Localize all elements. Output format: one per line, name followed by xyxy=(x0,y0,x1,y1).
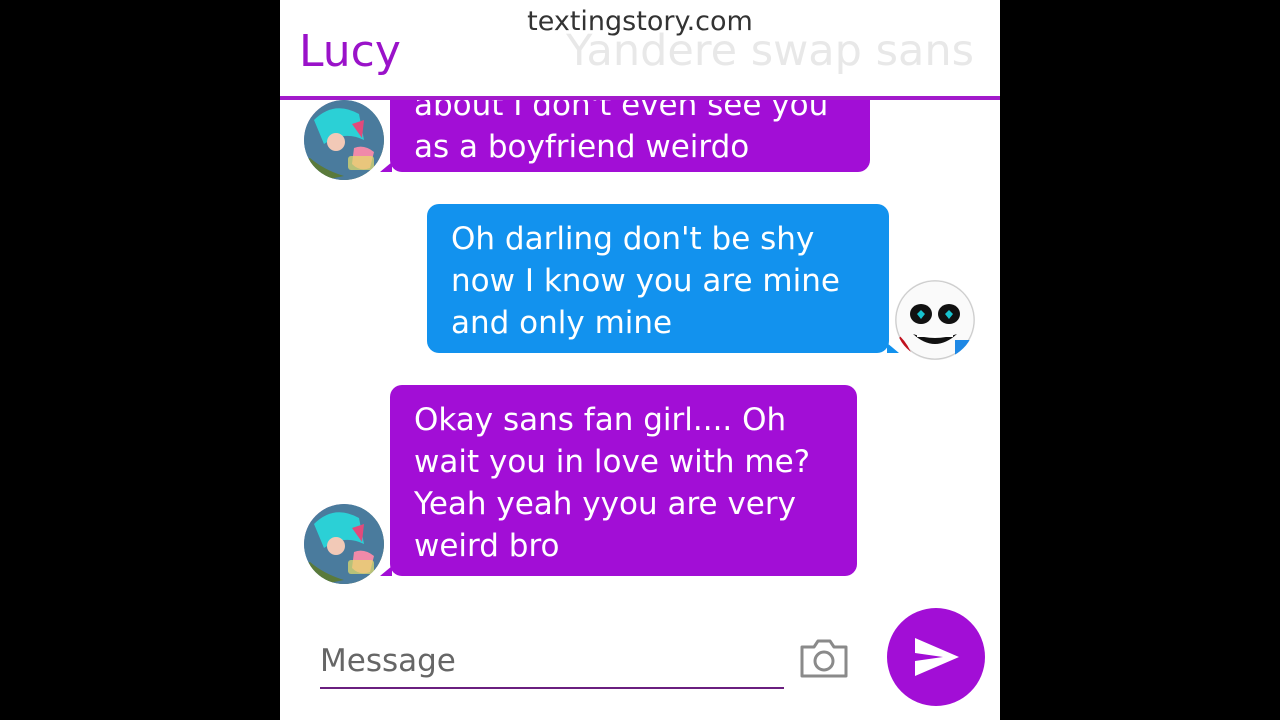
lucy-avatar[interactable] xyxy=(304,504,384,584)
message-bubble-outgoing: Oh darling don't be shy now I know you a… xyxy=(427,204,899,353)
sans-avatar[interactable] xyxy=(895,280,975,360)
message-input[interactable] xyxy=(320,636,784,686)
header-divider xyxy=(280,96,1000,100)
phone-screen: textingstory.com Lucy Yandere swap sans … xyxy=(280,0,1000,720)
message-bubble-incoming: Okay sans fan girl.... Oh wait you in lo… xyxy=(380,385,857,576)
send-button[interactable] xyxy=(887,608,985,706)
camera-icon[interactable] xyxy=(799,637,849,679)
watermark: textingstory.com xyxy=(527,6,753,37)
send-icon xyxy=(915,638,959,676)
message-input-underline xyxy=(320,687,784,689)
lucy-avatar[interactable] xyxy=(304,100,384,180)
